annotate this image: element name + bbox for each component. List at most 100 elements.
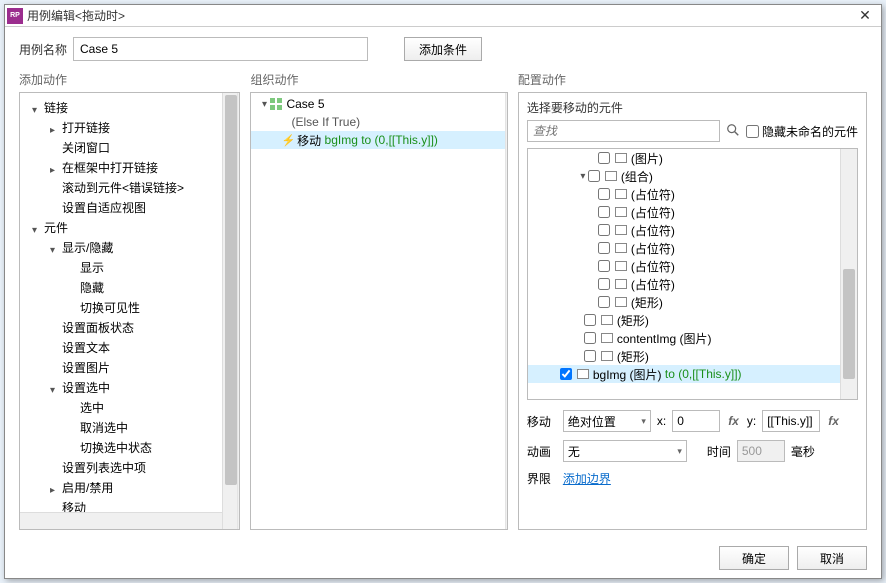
- tree-item[interactable]: 显示: [24, 257, 239, 277]
- chevron-down-icon[interactable]: [32, 222, 42, 232]
- move-type-select[interactable]: 绝对位置: [563, 410, 651, 432]
- tree-item-label: 在框架中打开链接: [62, 159, 158, 176]
- widget-row[interactable]: (占位符): [528, 275, 857, 293]
- y-label: y:: [747, 414, 756, 428]
- widget-checkbox[interactable]: [598, 224, 610, 236]
- tree-item[interactable]: 打开链接: [24, 117, 239, 137]
- widget-label: (占位符): [631, 222, 675, 239]
- ok-button[interactable]: 确定: [719, 546, 789, 570]
- resize-grip[interactable]: [505, 93, 508, 529]
- scrollbar-v[interactable]: [840, 149, 857, 399]
- search-input[interactable]: [527, 120, 720, 142]
- widget-shape-icon: [601, 351, 613, 361]
- tree-item-label: 元件: [44, 219, 68, 236]
- tree-item[interactable]: 滚动到元件<错误链接>: [24, 177, 239, 197]
- tree-item[interactable]: 设置面板状态: [24, 317, 239, 337]
- bound-label: 界限: [527, 470, 557, 487]
- widget-checkbox[interactable]: [598, 188, 610, 200]
- anim-select[interactable]: 无: [563, 440, 687, 462]
- chevron-down-icon[interactable]: [50, 382, 60, 392]
- tree-item[interactable]: 关闭窗口: [24, 137, 239, 157]
- widget-row[interactable]: contentImg (图片): [528, 329, 857, 347]
- widget-checkbox[interactable]: [560, 368, 572, 380]
- widget-shape-icon: [615, 261, 627, 271]
- widget-row[interactable]: bgImg (图片) to (0,[[This.y]]): [528, 365, 857, 383]
- tree-item[interactable]: 元件: [24, 217, 239, 237]
- widget-checkbox[interactable]: [584, 314, 596, 326]
- tree-item-label: 关闭窗口: [62, 139, 110, 156]
- tree-item[interactable]: 链接: [24, 97, 239, 117]
- close-icon[interactable]: ✕: [851, 6, 879, 26]
- chevron-right-icon[interactable]: [50, 482, 60, 492]
- widget-checkbox[interactable]: [598, 296, 610, 308]
- widget-shape-icon: [577, 369, 589, 379]
- tree-spacer: [50, 462, 60, 472]
- widget-checkbox[interactable]: [584, 350, 596, 362]
- resize-grip[interactable]: [237, 93, 240, 529]
- x-input[interactable]: [672, 410, 720, 432]
- widget-row[interactable]: (占位符): [528, 239, 857, 257]
- tree-item-label: 滚动到元件<错误链接>: [62, 179, 184, 196]
- tree-item[interactable]: 启用/禁用: [24, 477, 239, 497]
- widget-label: bgImg (图片): [593, 366, 662, 383]
- widget-row[interactable]: (矩形): [528, 293, 857, 311]
- tree-item-label: 设置文本: [62, 339, 110, 356]
- widget-row[interactable]: (占位符): [528, 203, 857, 221]
- tree-item[interactable]: 隐藏: [24, 277, 239, 297]
- widget-row[interactable]: (图片): [528, 149, 857, 167]
- tree-item[interactable]: 设置自适应视图: [24, 197, 239, 217]
- widget-row[interactable]: (矩形): [528, 311, 857, 329]
- widget-checkbox[interactable]: [598, 206, 610, 218]
- add-condition-button[interactable]: 添加条件: [404, 37, 482, 61]
- widget-row[interactable]: (矩形): [528, 347, 857, 365]
- y-fx-button[interactable]: fx: [826, 414, 841, 428]
- tree-item[interactable]: 设置列表选中项: [24, 457, 239, 477]
- tree-item[interactable]: 切换选中状态: [24, 437, 239, 457]
- titlebar[interactable]: RP 用例编辑<拖动时> ✕: [5, 5, 881, 27]
- scrollbar-thumb[interactable]: [225, 95, 237, 485]
- app-icon: RP: [7, 8, 23, 24]
- chevron-down-icon[interactable]: ▾: [578, 171, 588, 182]
- tree-item[interactable]: 显示/隐藏: [24, 237, 239, 257]
- widget-checkbox[interactable]: [598, 278, 610, 290]
- organize-tree[interactable]: ▾ Case 5 (Else If True) ⚡ 移动: [251, 93, 506, 151]
- chevron-down-icon[interactable]: ▾: [259, 99, 269, 110]
- tree-item[interactable]: 切换可见性: [24, 297, 239, 317]
- search-icon[interactable]: [726, 123, 740, 140]
- tree-item[interactable]: 取消选中: [24, 417, 239, 437]
- chevron-down-icon[interactable]: [32, 102, 42, 112]
- tree-item-label: 选中: [80, 399, 104, 416]
- tree-item[interactable]: 设置图片: [24, 357, 239, 377]
- widget-checkbox[interactable]: [598, 260, 610, 272]
- add-bound-link[interactable]: 添加边界: [563, 470, 611, 487]
- widget-row[interactable]: (占位符): [528, 257, 857, 275]
- widget-checkbox[interactable]: [588, 170, 600, 182]
- tree-spacer: [50, 182, 60, 192]
- chevron-right-icon[interactable]: [50, 162, 60, 172]
- widget-checkbox[interactable]: [584, 332, 596, 344]
- chevron-right-icon[interactable]: [50, 122, 60, 132]
- action-row[interactable]: ⚡ 移动 bgImg to (0,[[This.y]]): [251, 131, 506, 149]
- hide-unnamed-toggle[interactable]: 隐藏未命名的元件: [746, 123, 858, 140]
- tree-item[interactable]: 设置选中: [24, 377, 239, 397]
- widget-tree[interactable]: (图片)▾(组合)(占位符)(占位符)(占位符)(占位符)(占位符)(占位符)(…: [528, 149, 857, 383]
- hide-unnamed-checkbox[interactable]: [746, 125, 759, 138]
- widget-row[interactable]: (占位符): [528, 221, 857, 239]
- cancel-button[interactable]: 取消: [797, 546, 867, 570]
- widget-checkbox[interactable]: [598, 152, 610, 164]
- tree-item[interactable]: 设置文本: [24, 337, 239, 357]
- case-row[interactable]: ▾ Case 5: [251, 95, 506, 113]
- add-actions-tree[interactable]: 链接打开链接关闭窗口在框架中打开链接滚动到元件<错误链接>设置自适应视图元件显示…: [20, 93, 239, 521]
- chevron-down-icon[interactable]: [50, 242, 60, 252]
- move-label: 移动: [527, 413, 557, 430]
- case-name-input[interactable]: [73, 37, 368, 61]
- scrollbar-h[interactable]: [20, 512, 222, 529]
- scrollbar-thumb[interactable]: [843, 269, 855, 379]
- widget-row[interactable]: ▾(组合): [528, 167, 857, 185]
- y-input[interactable]: [762, 410, 820, 432]
- tree-item[interactable]: 选中: [24, 397, 239, 417]
- widget-row[interactable]: (占位符): [528, 185, 857, 203]
- tree-item[interactable]: 在框架中打开链接: [24, 157, 239, 177]
- x-fx-button[interactable]: fx: [726, 414, 741, 428]
- widget-checkbox[interactable]: [598, 242, 610, 254]
